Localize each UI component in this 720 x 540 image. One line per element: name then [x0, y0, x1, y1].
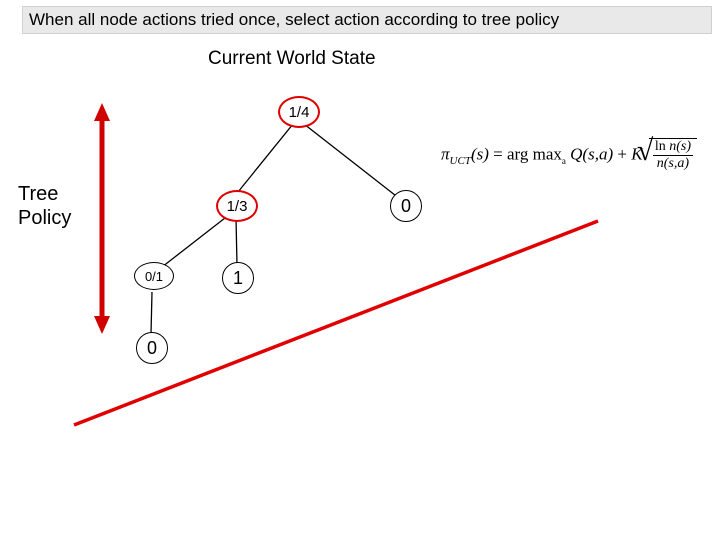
eq-pi: π: [441, 144, 450, 163]
node-right: 0: [390, 190, 422, 222]
eq-frac: ln n(s) n(s,a): [653, 139, 693, 172]
eq-argmax-sub: a: [562, 156, 566, 166]
node-right-label: 0: [401, 196, 411, 217]
node-root-label: 1/4: [289, 104, 310, 121]
node-lll: 0: [136, 332, 168, 364]
slide-title: When all node actions tried once, select…: [29, 10, 559, 30]
diagram-edges: [0, 0, 720, 540]
tree-policy-line1: Tree: [18, 183, 58, 205]
node-left-label: 1/3: [227, 198, 248, 215]
eq-pi-sub: UCT: [450, 155, 471, 167]
eq-argmax: arg max: [507, 144, 562, 163]
eq-lhs-arg: (s): [471, 144, 489, 163]
eq-equals: =: [489, 144, 507, 163]
node-ll: 0/1: [134, 262, 174, 290]
node-left: 1/3: [216, 190, 258, 222]
node-ll-label: 0/1: [145, 269, 163, 284]
tree-policy-line2: Policy: [18, 207, 71, 229]
eq-plus: +: [613, 144, 631, 163]
eq-num-n: n(s): [669, 139, 691, 154]
node-root: 1/4: [278, 96, 320, 128]
eq-Q: Q(s,a): [570, 144, 613, 163]
slide-title-bar: When all node actions tried once, select…: [22, 6, 712, 34]
uct-equation: πUCT(s) = arg maxa Q(s,a) + K √ ln n(s) …: [441, 138, 697, 172]
node-lll-label: 0: [147, 338, 157, 359]
eq-den-n: n(s,a): [657, 156, 689, 171]
eq-num-ln: ln: [655, 139, 669, 154]
tree-policy-label: Tree Policy: [18, 182, 71, 230]
node-lr: 1: [222, 262, 254, 294]
node-lr-label: 1: [233, 268, 243, 289]
eq-sqrt: √ ln n(s) n(s,a): [649, 138, 697, 172]
world-state-label: Current World State: [208, 48, 376, 70]
